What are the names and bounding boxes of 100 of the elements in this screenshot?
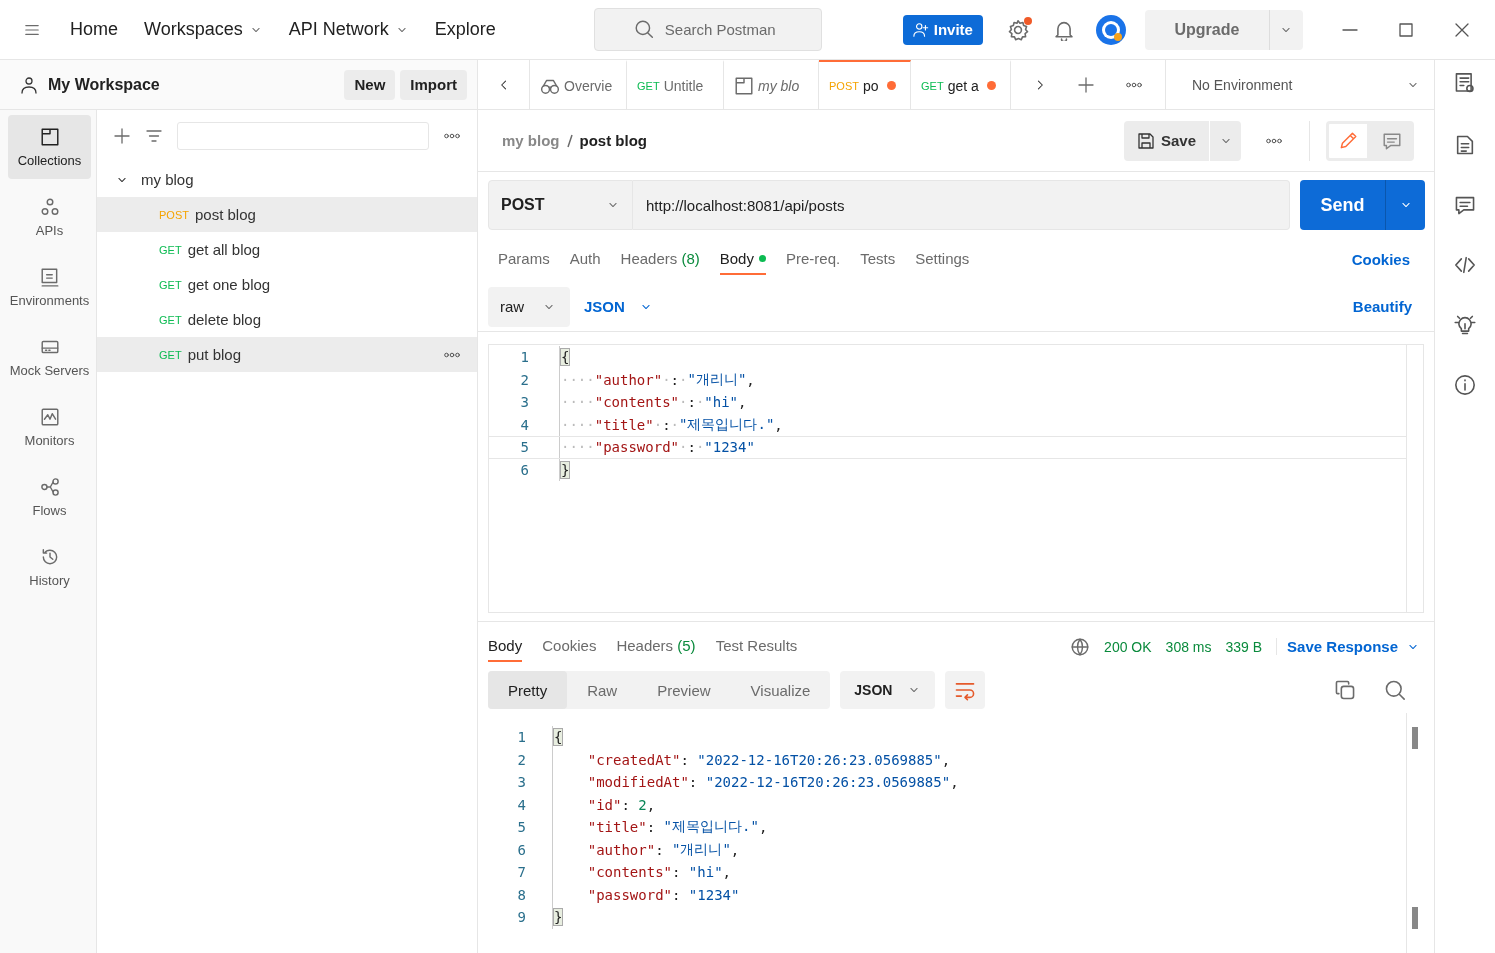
view-mode-tab[interactable]: Pretty xyxy=(488,671,568,709)
code-line: } xyxy=(552,906,563,929)
copy-icon[interactable] xyxy=(1334,679,1356,701)
section-tab[interactable]: Body xyxy=(719,243,766,275)
search-field[interactable]: Search Postman xyxy=(593,8,822,51)
add-icon[interactable] xyxy=(1077,75,1095,94)
nav-menu-item[interactable]: Home xyxy=(70,19,118,40)
lightbulb-icon[interactable] xyxy=(1454,314,1476,336)
request-item[interactable]: GET delete blog xyxy=(97,302,477,337)
nav-menu-item[interactable]: Workspaces xyxy=(144,19,263,40)
sidebar-tab[interactable]: Monitors xyxy=(8,395,91,459)
breadcrumb-slash-icon xyxy=(565,132,574,149)
scrollbar[interactable] xyxy=(1406,345,1423,612)
request-tab[interactable]: POST po xyxy=(819,60,911,109)
section-tab[interactable]: Tests xyxy=(860,243,896,275)
section-tab[interactable]: Auth xyxy=(569,243,601,275)
request-title: post blog xyxy=(579,132,647,149)
request-tab[interactable]: Overvie xyxy=(530,60,627,109)
format-dropdown[interactable]: JSON xyxy=(584,298,653,315)
request-item[interactable]: GET get all blog xyxy=(97,232,477,267)
beautify-link[interactable]: Beautify xyxy=(1352,298,1412,315)
body-type-dropdown[interactable]: raw xyxy=(488,286,570,327)
section-tab[interactable]: Cookies xyxy=(542,631,597,662)
section-tab[interactable]: Test Results xyxy=(715,631,798,662)
response-size: 339 B xyxy=(1225,638,1263,655)
line-number: 3 xyxy=(519,394,530,411)
comment-mode-button[interactable] xyxy=(1370,120,1414,161)
save-button[interactable]: Save xyxy=(1123,120,1209,161)
sidebar-tab[interactable]: Flows xyxy=(8,465,91,529)
folder-icon xyxy=(39,126,60,147)
pencil-icon xyxy=(1338,130,1358,151)
code-icon[interactable] xyxy=(1454,254,1476,276)
add-icon[interactable] xyxy=(113,127,131,145)
code-line: "author": "개리니", xyxy=(552,838,740,861)
breadcrumb-link[interactable]: my blog xyxy=(502,132,560,149)
status-code: 200 OK xyxy=(1104,638,1152,655)
unsaved-dot xyxy=(886,81,896,90)
avatar-icon[interactable] xyxy=(1094,13,1127,46)
collection-icon xyxy=(734,75,754,96)
code-line: ····"contents"·:·"hi", xyxy=(559,391,747,414)
section-tab[interactable]: Settings xyxy=(915,243,970,275)
workspace-title: My Workspace xyxy=(48,75,161,94)
section-tab[interactable]: Pre-req. xyxy=(785,243,841,275)
workspace-button[interactable]: Import xyxy=(400,69,467,100)
search-field[interactable] xyxy=(177,122,429,150)
environment-dropdown[interactable]: No Environment xyxy=(1166,60,1434,109)
sidebar-tab[interactable]: APIs xyxy=(8,185,91,249)
section-tab[interactable]: Headers (5) xyxy=(616,631,696,662)
code-line: "title": "제목입니다.", xyxy=(552,816,768,839)
line-number: 9 xyxy=(516,909,527,926)
comment-icon[interactable] xyxy=(1454,194,1476,216)
view-mode-tab[interactable]: Preview xyxy=(637,671,731,709)
save-icon xyxy=(1136,131,1155,150)
section-tab[interactable]: Headers (8) xyxy=(620,243,700,275)
monitor-icon xyxy=(39,406,60,427)
scrollbar-thumb[interactable] xyxy=(1412,907,1418,929)
line-number: 4 xyxy=(519,416,530,433)
user-icon xyxy=(20,75,38,94)
sidebar-tab[interactable]: History xyxy=(8,535,91,599)
maximize-icon[interactable] xyxy=(1396,20,1415,39)
invite-button[interactable]: Invite xyxy=(902,14,983,45)
workspace-button[interactable]: New xyxy=(344,69,396,100)
request-tab[interactable]: GET Untitle xyxy=(627,60,724,109)
section-tab[interactable]: Params xyxy=(498,243,550,275)
settings-icon[interactable] xyxy=(1006,18,1029,41)
sidebar-tab[interactable]: Mock Servers xyxy=(8,325,91,389)
wrap-lines-button[interactable] xyxy=(945,671,986,709)
code-line: "modifiedAt": "2022-12-16T20:26:23.0569885", xyxy=(552,771,959,794)
save-response-dropdown[interactable]: Save Response xyxy=(1276,638,1420,655)
nav-menu-item[interactable]: Explore xyxy=(434,19,496,40)
section-tab[interactable]: Body xyxy=(488,631,523,662)
sidebar-tab[interactable]: Collections xyxy=(8,115,91,179)
search-icon[interactable] xyxy=(1384,679,1406,701)
add-user-icon xyxy=(912,21,929,38)
unsaved-dot xyxy=(986,81,996,90)
request-item[interactable]: POST post blog xyxy=(97,197,477,232)
scrollbar-thumb[interactable] xyxy=(1412,727,1418,749)
globe-icon xyxy=(1070,636,1091,657)
environment-quick-look-icon[interactable] xyxy=(1454,72,1476,94)
code-line: "id": 2, xyxy=(552,793,656,816)
line-number: 4 xyxy=(516,796,527,813)
request-item[interactable]: GET put blog xyxy=(97,337,477,372)
cookies-link[interactable]: Cookies xyxy=(1351,250,1410,268)
url-field[interactable]: http://localhost:8081/api/posts xyxy=(633,180,1290,230)
view-mode-tab[interactable]: Raw xyxy=(567,671,638,709)
format-dropdown[interactable]: JSON xyxy=(840,671,936,709)
line-number: 3 xyxy=(516,774,527,791)
document-icon[interactable] xyxy=(1454,134,1476,156)
info-icon[interactable] xyxy=(1454,374,1476,396)
nav-menu-item[interactable]: API Network xyxy=(288,19,409,40)
line-number: 7 xyxy=(516,864,527,881)
code-line: { xyxy=(559,346,570,369)
send-button[interactable]: Send xyxy=(1300,180,1385,230)
request-tab[interactable]: GET get a xyxy=(911,60,1011,109)
sidebar-tab[interactable]: Environments xyxy=(8,255,91,319)
collection-item[interactable]: my blog xyxy=(97,162,477,197)
request-item[interactable]: GET get one blog xyxy=(97,267,477,302)
view-mode-tab[interactable]: Visualize xyxy=(730,671,831,709)
filter-icon[interactable] xyxy=(145,127,163,145)
method-dropdown[interactable]: POST xyxy=(488,180,633,230)
